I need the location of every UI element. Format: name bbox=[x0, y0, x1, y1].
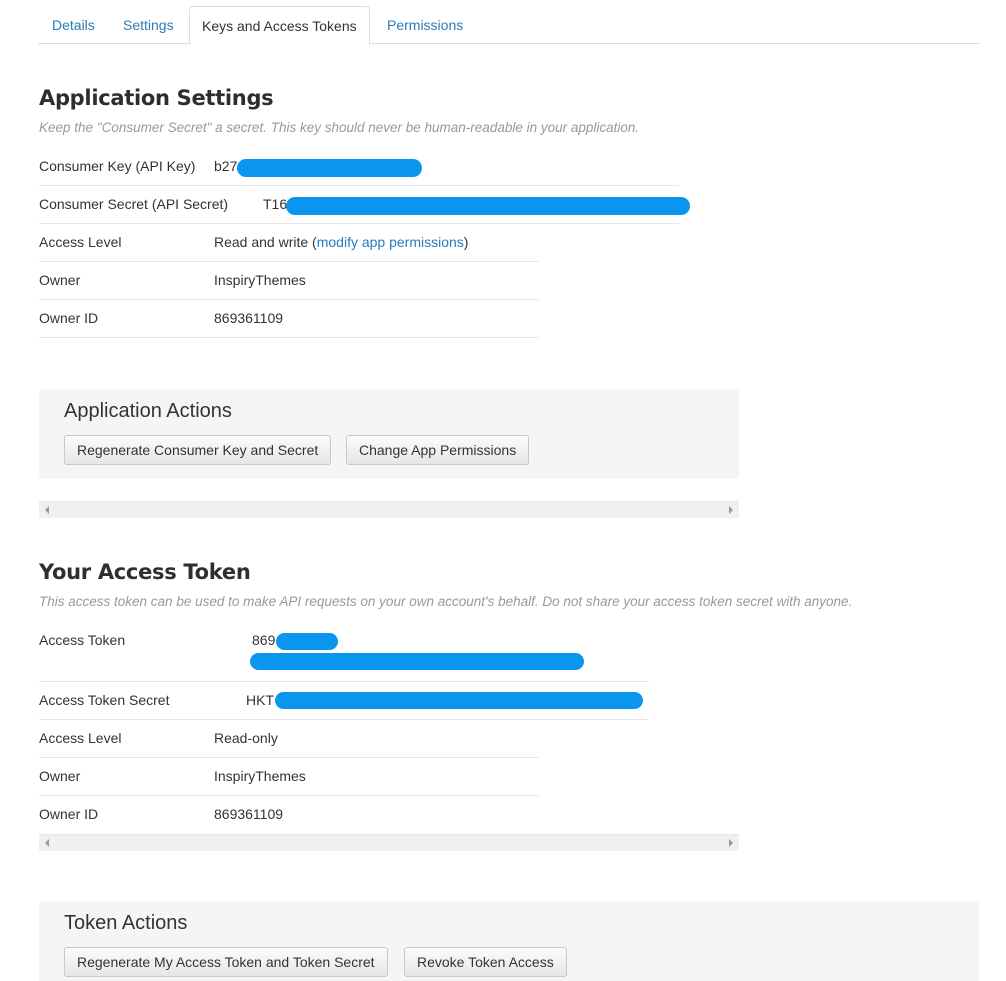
token-owner-label: Owner bbox=[39, 768, 81, 784]
token-access-level-row: Access Level Read-only bbox=[39, 720, 539, 758]
access-token-secret-redaction bbox=[275, 692, 643, 709]
token-access-level-label: Access Level bbox=[39, 730, 122, 746]
consumer-secret-redaction bbox=[286, 197, 690, 215]
app-owner-id-row: Owner ID 869361109 bbox=[39, 300, 539, 338]
token-owner-value: InspiryThemes bbox=[214, 768, 306, 784]
tab-bar: Details Settings Keys and Access Tokens … bbox=[38, 6, 979, 45]
horizontal-scrollbar-2[interactable] bbox=[39, 834, 739, 851]
access-token-redaction-1 bbox=[276, 633, 338, 650]
consumer-secret-value: T16 bbox=[263, 196, 288, 212]
consumer-secret-row: Consumer Secret (API Secret) T16 bbox=[39, 186, 690, 224]
revoke-token-access-button[interactable]: Revoke Token Access bbox=[404, 947, 567, 977]
application-settings-title: Application Settings bbox=[39, 86, 274, 110]
tab-keys-and-access-tokens[interactable]: Keys and Access Tokens bbox=[189, 6, 370, 45]
token-owner-id-row: Owner ID 869361109 bbox=[39, 796, 539, 834]
scroll-right-icon[interactable] bbox=[729, 506, 733, 514]
tab-permissions[interactable]: Permissions bbox=[375, 6, 475, 44]
change-app-permissions-button[interactable]: Change App Permissions bbox=[346, 435, 530, 465]
app-owner-id-value: 869361109 bbox=[214, 310, 284, 326]
scroll-left-icon[interactable] bbox=[45, 506, 49, 514]
token-owner-id-label: Owner ID bbox=[39, 806, 99, 822]
app-owner-id-label: Owner ID bbox=[39, 310, 99, 326]
app-owner-row: Owner InspiryThemes bbox=[39, 262, 539, 300]
modify-app-permissions-link[interactable]: modify app permissions bbox=[317, 234, 464, 250]
app-access-level-value: Read and write (modify app permissions) bbox=[214, 234, 469, 250]
tab-settings[interactable]: Settings bbox=[111, 6, 186, 44]
application-settings-description: Keep the "Consumer Secret" a secret. Thi… bbox=[39, 120, 640, 135]
app-access-level-label: Access Level bbox=[39, 234, 122, 250]
token-owner-row: Owner InspiryThemes bbox=[39, 758, 539, 796]
access-token-secret-label: Access Token Secret bbox=[39, 692, 170, 708]
app-owner-label: Owner bbox=[39, 272, 81, 288]
regenerate-access-token-button[interactable]: Regenerate My Access Token and Token Sec… bbox=[64, 947, 388, 977]
application-actions-panel: Application Actions Regenerate Consumer … bbox=[39, 389, 739, 479]
regenerate-consumer-key-button[interactable]: Regenerate Consumer Key and Secret bbox=[64, 435, 332, 465]
scroll-left-icon[interactable] bbox=[45, 839, 49, 847]
token-owner-id-value: 869361109 bbox=[214, 806, 284, 822]
tab-details[interactable]: Details bbox=[40, 6, 107, 44]
token-actions-title: Token Actions bbox=[64, 912, 188, 934]
application-actions-title: Application Actions bbox=[64, 400, 232, 422]
app-access-level-row: Access Level Read and write (modify app … bbox=[39, 224, 539, 262]
access-token-value: 869 bbox=[252, 632, 276, 648]
access-token-description: This access token can be used to make AP… bbox=[39, 594, 853, 609]
access-token-row: Access Token 869 bbox=[39, 622, 649, 682]
consumer-secret-label: Consumer Secret (API Secret) bbox=[39, 196, 229, 212]
token-access-level-value: Read-only bbox=[214, 730, 278, 746]
token-actions-panel: Token Actions Regenerate My Access Token… bbox=[39, 901, 979, 981]
access-token-label: Access Token bbox=[39, 632, 126, 648]
access-token-secret-value: HKT bbox=[246, 692, 274, 708]
consumer-key-row: Consumer Key (API Key) b27 bbox=[39, 148, 679, 186]
scroll-right-icon[interactable] bbox=[729, 839, 733, 847]
access-token-secret-row: Access Token Secret HKT bbox=[39, 682, 649, 720]
app-owner-value: InspiryThemes bbox=[214, 272, 306, 288]
consumer-key-redaction bbox=[237, 159, 422, 177]
consumer-key-label: Consumer Key (API Key) bbox=[39, 158, 196, 174]
access-token-redaction-2 bbox=[250, 653, 584, 670]
access-token-title: Your Access Token bbox=[39, 560, 251, 584]
horizontal-scrollbar[interactable] bbox=[39, 501, 739, 518]
consumer-key-value: b27 bbox=[214, 158, 238, 174]
